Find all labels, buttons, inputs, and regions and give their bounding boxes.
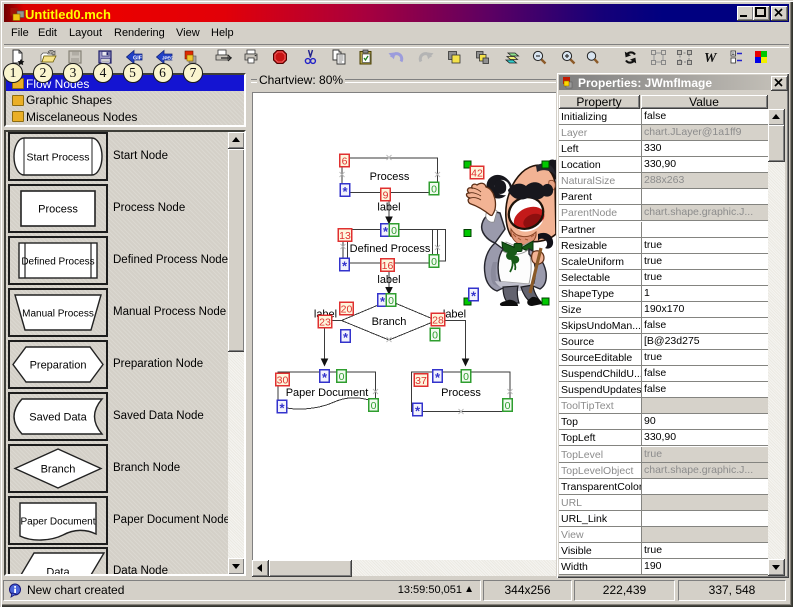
svg-text:Start Process: Start Process [26, 152, 89, 164]
svg-text:13: 13 [339, 230, 351, 242]
svg-text:Defined Process: Defined Process [21, 257, 94, 268]
svg-text:0: 0 [431, 184, 437, 196]
svg-text:0: 0 [463, 371, 469, 383]
svg-text:label: label [377, 202, 400, 214]
svg-text:23: 23 [319, 317, 331, 329]
svg-text:Branch: Branch [372, 316, 407, 328]
svg-text:20: 20 [341, 304, 353, 316]
svg-text:37: 37 [415, 375, 427, 387]
svg-text:Saved Data: Saved Data [29, 411, 87, 423]
svg-text:label: label [377, 274, 400, 286]
svg-text:JPEG: JPEG [162, 55, 173, 60]
svg-text:Paper Document: Paper Document [286, 387, 369, 399]
svg-text:0: 0 [505, 400, 511, 412]
svg-text:16: 16 [382, 260, 394, 272]
svg-text:0: 0 [388, 295, 394, 307]
svg-text:Paper Document: Paper Document [20, 516, 95, 527]
svg-text:30: 30 [277, 375, 289, 387]
svg-text:Preparation: Preparation [30, 359, 87, 371]
svg-text:GIF: GIF [133, 56, 143, 62]
svg-text:6: 6 [342, 156, 348, 168]
svg-text:9: 9 [383, 190, 389, 202]
svg-text:label: label [443, 309, 466, 321]
svg-text:42: 42 [471, 168, 483, 180]
svg-text:Branch: Branch [41, 463, 76, 475]
svg-text:0: 0 [432, 330, 438, 342]
svg-text:Process: Process [38, 204, 78, 216]
svg-text:Defined Process: Defined Process [350, 243, 431, 255]
svg-text:0: 0 [339, 371, 345, 383]
svg-text:Manual Process: Manual Process [22, 308, 94, 319]
svg-text:Process: Process [370, 171, 410, 183]
svg-text:0: 0 [371, 400, 377, 412]
svg-text:28: 28 [432, 315, 444, 327]
svg-text:Data: Data [46, 567, 70, 577]
svg-text:W: W [704, 51, 718, 66]
svg-text:0: 0 [391, 225, 397, 237]
svg-text:0: 0 [431, 256, 437, 268]
svg-text:Process: Process [441, 387, 481, 399]
